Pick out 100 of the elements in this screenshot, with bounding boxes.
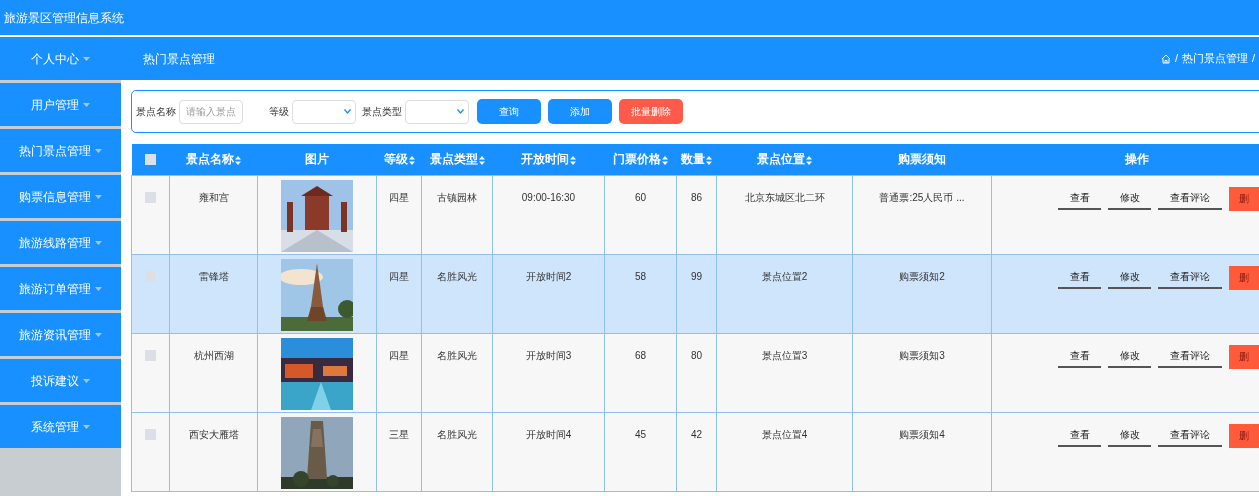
- caret-icon: [95, 148, 102, 153]
- table-cell: 购票须知2: [899, 270, 945, 282]
- action-button[interactable]: 添加: [548, 99, 612, 124]
- select-all-checkbox[interactable]: [145, 153, 156, 165]
- sidebar-item[interactable]: 热门景点管理: [0, 129, 121, 172]
- sort-icon[interactable]: [235, 155, 241, 165]
- caret-icon: [83, 56, 90, 61]
- table-cell: 四星: [389, 270, 409, 282]
- table-cell: 景点位置4: [761, 428, 808, 440]
- column-header: 图片: [257, 144, 377, 175]
- column-header[interactable]: 景点名称: [169, 144, 258, 175]
- caret-icon: [95, 332, 102, 337]
- sidebar-item[interactable]: 旅游订单管理: [0, 267, 121, 310]
- home-icon[interactable]: [1160, 53, 1171, 64]
- search-field[interactable]: 请输入景点: [179, 99, 243, 124]
- table-cell: 86: [690, 191, 703, 203]
- column-header[interactable]: 门票价格: [604, 144, 677, 175]
- table-cell: 普通票:25人民币 ...: [879, 191, 965, 203]
- table-cell: 景点位置3: [761, 349, 808, 361]
- table-cell: 雍和宫: [198, 191, 229, 203]
- table-cell: 西安大雁塔: [188, 428, 239, 440]
- caret-icon: [95, 194, 102, 199]
- field-label: 景点类型: [362, 105, 402, 119]
- column-header[interactable]: 景点位置: [716, 144, 853, 175]
- row-action-link[interactable]: 修改: [1108, 424, 1151, 447]
- row-checkbox[interactable]: [145, 428, 156, 440]
- table-cell: 雷锋塔: [198, 270, 229, 282]
- column-header[interactable]: 等级: [376, 144, 422, 175]
- table-cell: 四星: [389, 191, 409, 203]
- sort-icon[interactable]: [408, 155, 415, 165]
- delete-button[interactable]: 删: [1229, 265, 1259, 290]
- row-action-link[interactable]: 查看评论: [1158, 187, 1222, 210]
- table-row[interactable]: 杭州西湖 四星 名胜风光 开放时间3 68 80 景点位置3 购票须知3 查看 修改 查看评论 删: [131, 333, 1259, 412]
- table-cell: 开放时间3: [525, 349, 572, 361]
- table-cell: 58: [634, 270, 647, 282]
- table-row[interactable]: 雷锋塔 四星 名胜风光 开放时间2 58 99 景点位置2 购票须知2 查看 修改 查看评论 删: [131, 254, 1259, 333]
- row-action-link[interactable]: 查看: [1058, 266, 1101, 289]
- sidebar-item[interactable]: 系统管理: [0, 405, 121, 448]
- column-header: 操作: [991, 144, 1259, 175]
- column-header[interactable]: 景点类型: [421, 144, 493, 175]
- sidebar-item[interactable]: 投诉建议: [0, 359, 121, 402]
- table-cell: 杭州西湖: [193, 349, 234, 361]
- caret-icon: [83, 424, 90, 429]
- column-header[interactable]: 开放时间: [492, 144, 605, 175]
- row-action-link[interactable]: 修改: [1108, 345, 1151, 368]
- page-title: 热门景点管理: [143, 50, 215, 68]
- table-cell: 古镇园林: [437, 191, 477, 203]
- caret-icon: [83, 378, 90, 383]
- table-cell: 景点位置2: [761, 270, 808, 282]
- field-label: 等级: [269, 105, 289, 119]
- table-cell: 购票须知4: [899, 428, 945, 440]
- row-action-link[interactable]: 修改: [1108, 187, 1151, 210]
- table-cell: 购票须知3: [899, 349, 945, 361]
- sidebar-item[interactable]: 购票信息管理: [0, 175, 121, 218]
- table-cell: 名胜风光: [437, 428, 477, 440]
- table-row[interactable]: 西安大雁塔 三星 名胜风光 开放时间4 45 42 景点位置4 购票须知4 查看 修改 查看评论 删: [131, 412, 1259, 491]
- sort-icon[interactable]: [570, 155, 576, 165]
- delete-button[interactable]: 删: [1229, 344, 1259, 369]
- sidebar-item[interactable]: 用户管理: [0, 83, 121, 126]
- table-cell: 09:00-16:30: [521, 191, 576, 203]
- select-field[interactable]: [292, 99, 356, 124]
- table-cell: 80: [690, 349, 703, 361]
- breadcrumb-item: /: [1174, 51, 1178, 67]
- action-button[interactable]: 查询: [477, 99, 541, 124]
- table-cell: 开放时间2: [525, 270, 572, 282]
- row-action-link[interactable]: 修改: [1108, 266, 1151, 289]
- table-cell: 68: [634, 349, 647, 361]
- action-button[interactable]: 批量删除: [619, 99, 683, 124]
- row-action-link[interactable]: 查看评论: [1158, 345, 1222, 368]
- table-cell: 99: [690, 270, 703, 282]
- row-checkbox[interactable]: [145, 191, 156, 203]
- table-cell: 北京东城区北二环: [744, 191, 825, 203]
- row-action-link[interactable]: 查看: [1058, 187, 1101, 210]
- table-cell: 45: [634, 428, 647, 440]
- sort-icon[interactable]: [662, 155, 668, 165]
- sort-icon[interactable]: [478, 155, 485, 165]
- caret-icon: [95, 286, 102, 291]
- delete-button[interactable]: 删: [1229, 186, 1259, 211]
- row-action-link[interactable]: 查看: [1058, 345, 1101, 368]
- sidebar-item[interactable]: 个人中心: [0, 37, 121, 80]
- column-header[interactable]: 数量: [676, 144, 717, 175]
- field-label: 景点名称: [136, 105, 176, 119]
- delete-button[interactable]: 删: [1229, 423, 1259, 448]
- breadcrumb-item: 热门景点管理: [1181, 51, 1248, 67]
- sidebar-item[interactable]: 旅游资讯管理: [0, 313, 121, 356]
- table-cell: 名胜风光: [437, 349, 477, 361]
- chevron-icon: [457, 109, 464, 114]
- chevron-icon: [344, 109, 351, 114]
- select-field[interactable]: [405, 99, 469, 124]
- row-action-link[interactable]: 查看评论: [1158, 424, 1222, 447]
- app-title: 旅游景区管理信息系统: [4, 9, 124, 27]
- sort-icon[interactable]: [806, 155, 812, 165]
- table-cell: 60: [634, 191, 647, 203]
- row-action-link[interactable]: 查看评论: [1158, 266, 1222, 289]
- table-cell: 开放时间4: [525, 428, 572, 440]
- row-checkbox[interactable]: [145, 349, 156, 361]
- sort-icon[interactable]: [706, 155, 712, 165]
- sidebar-item[interactable]: 旅游线路管理: [0, 221, 121, 264]
- row-action-link[interactable]: 查看: [1058, 424, 1101, 447]
- table-row[interactable]: 雍和宫 四星 古镇园林 09:00-16:30 60 86 北京东城区北二环 普通票:25人民币 ... 查看 修改 查看评论 删: [131, 175, 1259, 254]
